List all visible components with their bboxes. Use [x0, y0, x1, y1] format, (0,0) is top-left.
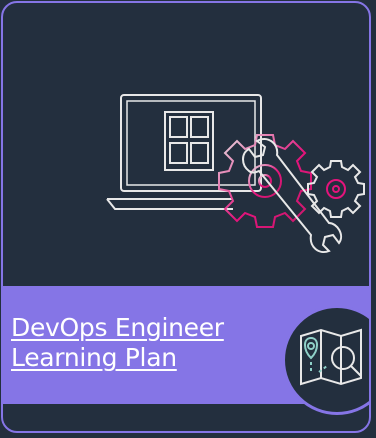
map-magnifier-icon: [300, 328, 362, 386]
learning-plan-card[interactable]: DevOps Engineer Learning Plan: [1, 1, 371, 433]
title-line-2: Learning Plan: [11, 343, 177, 372]
laptop-gears-icon: [106, 94, 365, 253]
learning-plan-title-link[interactable]: DevOps Engineer Learning Plan: [11, 313, 224, 373]
card-hero-image: [3, 3, 369, 283]
title-line-1: DevOps Engineer: [11, 313, 224, 342]
